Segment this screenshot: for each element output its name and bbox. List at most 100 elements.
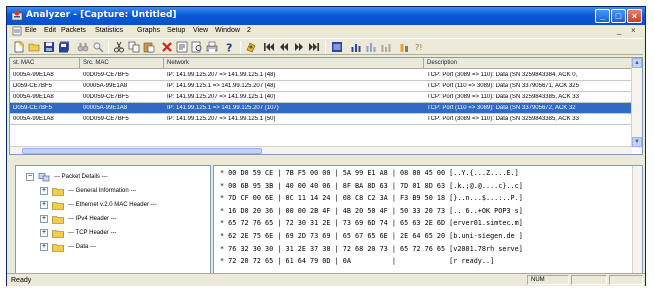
save-all-icon[interactable]: [58, 41, 70, 53]
menu-edit[interactable]: Edit: [44, 27, 56, 34]
status-panel-empty: [571, 275, 607, 285]
window-title: Analyzer - [Capture: Untitled]: [26, 10, 177, 20]
first-icon[interactable]: [263, 41, 275, 53]
print-icon[interactable]: [206, 41, 218, 53]
graph2-icon[interactable]: [380, 41, 392, 53]
binoculars-icon[interactable]: [77, 41, 89, 53]
close-button[interactable]: ×: [627, 9, 642, 23]
table-row[interactable]: D059-CE7BF5 00005A-99E1A8 IP: 141.99.125.1…: [10, 81, 632, 92]
hex-dump-line: * 7D CF 00 6E | 0C 11 14 24 | 08 C8 C2 3…: [220, 194, 523, 203]
folder-icon: [52, 243, 64, 252]
status-panel-empty: [609, 275, 643, 285]
stats2-icon[interactable]: ?!: [414, 41, 426, 53]
cut-icon[interactable]: [113, 41, 125, 53]
delete-icon[interactable]: [161, 41, 173, 53]
menu-bar: Eile Edit Packets Statistics Graphs Setu…: [7, 25, 645, 37]
cell-description: TCP: Port (3089 => 110): Data (SN 325984…: [427, 94, 579, 100]
mdi-minimize-button[interactable]: _: [617, 26, 621, 35]
svg-text:?!: ?!: [415, 43, 422, 52]
svg-text:?: ?: [226, 42, 232, 54]
scroll-down-icon[interactable]: ▼: [632, 137, 642, 147]
cell-dst-mac: D059-CE7BF5: [13, 83, 53, 89]
list-icon[interactable]: [331, 41, 343, 53]
expand-icon[interactable]: +: [40, 187, 48, 195]
cell-description: TCP: Port (110 => 3089): Data (SN 337905…: [427, 83, 579, 89]
new-icon[interactable]: [13, 41, 25, 53]
next-icon[interactable]: [293, 41, 305, 53]
menu-view[interactable]: View: [193, 27, 208, 34]
num-lock-indicator: NUM: [527, 275, 569, 285]
network-icon: [38, 173, 50, 182]
status-bar: Ready NUM: [7, 273, 645, 286]
folder-icon: [52, 215, 64, 224]
packet-list: st. MAC Src. MAC Network Description 000…: [9, 57, 643, 155]
print-preview-icon[interactable]: [191, 41, 203, 53]
folder-icon: [52, 201, 64, 210]
cell-description: TCP: Port (3089 => 110): Data (SN 325984…: [427, 72, 578, 78]
tree-node-label: --- Packet Details ---: [54, 174, 108, 180]
minimize-button[interactable]: _: [595, 9, 610, 23]
paste-icon[interactable]: [143, 41, 155, 53]
menu-statistics[interactable]: Statistics: [95, 27, 123, 34]
column-header-description[interactable]: Description: [424, 58, 632, 69]
horizontal-scroll-thumb[interactable]: [22, 148, 262, 154]
expand-icon[interactable]: +: [40, 229, 48, 237]
cell-src-mac: 00005A-99E1A8: [83, 83, 128, 89]
menu-window[interactable]: Window: [215, 27, 240, 34]
cell-network: IP: 141.99.125.1 => 141.99.125.207 (48): [167, 83, 276, 89]
cell-description: TCP: Port (110 => 3089): Data (SN 337905…: [427, 105, 576, 111]
chart-icon[interactable]: [350, 41, 362, 53]
filter-icon[interactable]: [176, 41, 188, 53]
cell-dst-mac: 0005A-99E1A8: [13, 94, 54, 100]
table-row[interactable]: 0005A-99E1A8 00D059-CE7BF5 IP: 141.99.125.…: [10, 92, 632, 103]
capture-icon[interactable]: [245, 41, 257, 53]
prev-icon[interactable]: [278, 41, 290, 53]
analyzer-window: Analyzer - [Capture: Untitled] _ □ × Eil…: [6, 6, 646, 286]
menu-packets[interactable]: Packets: [61, 27, 86, 34]
collapse-icon[interactable]: −: [26, 173, 34, 181]
help-icon[interactable]: ?: [223, 41, 235, 54]
document-icon[interactable]: [12, 26, 22, 36]
table-row[interactable]: 0005A-99E1A8 00D059-CE7BF5 IP: 141.99.125.…: [10, 70, 632, 81]
tree-node-label: --- General Information ---: [68, 188, 137, 194]
vertical-scrollbar[interactable]: ▲ ▼: [631, 58, 642, 148]
mdi-close-button[interactable]: ×: [631, 26, 636, 35]
save-icon[interactable]: [43, 41, 55, 53]
table-row[interactable]: D059-CE7BF5 00005A-99E1A8 IP: 141.99.125.1…: [10, 103, 632, 114]
menu-setup[interactable]: Setup: [167, 27, 185, 34]
cell-network: IP: 141.99.125.207 => 141.99.125.1 (48): [167, 72, 276, 78]
menu-file[interactable]: Eile: [25, 27, 37, 34]
expand-icon[interactable]: +: [40, 201, 48, 209]
packet-details-tree: − --- Packet Details --- + --- General Info…: [15, 165, 211, 275]
find-icon[interactable]: [92, 41, 104, 53]
graph-icon[interactable]: [365, 41, 377, 53]
expand-icon[interactable]: +: [40, 215, 48, 223]
cell-network: IP: 141.99.125.1 => 141.99.125.207 (107): [167, 105, 279, 111]
table-row[interactable]: 0005A-99E1A8 00D059-CE7BF5 IP: 141.99.125.…: [10, 114, 632, 125]
tree-node-label: --- Ethernet v.2.0 MAC Header ---: [68, 202, 157, 208]
cell-dst-mac: 0005A-99E1A8: [13, 72, 54, 78]
maximize-button[interactable]: □: [611, 9, 626, 23]
last-icon[interactable]: [308, 41, 320, 53]
menu-help[interactable]: 2: [247, 27, 251, 34]
cell-dst-mac: D059-CE7BF5: [13, 105, 53, 111]
tree-node-label: --- TCP Header ---: [68, 230, 117, 236]
open-icon[interactable]: [28, 41, 40, 53]
hex-vertical-scrollbar[interactable]: [632, 166, 642, 274]
menu-graphs[interactable]: Graphs: [137, 27, 160, 34]
folder-icon: [52, 229, 64, 238]
title-bar[interactable]: Analyzer - [Capture: Untitled] _ □ ×: [7, 7, 645, 25]
column-header-src-mac[interactable]: Src. MAC: [80, 58, 164, 69]
stats-icon[interactable]: [399, 41, 411, 53]
expand-icon[interactable]: +: [40, 243, 48, 251]
hex-dump-line: * 76 32 30 30 | 31 2E 37 38 | 72 68 20 7…: [220, 244, 523, 253]
hex-dump-line: * 65 72 76 65 | 72 30 31 2E | 73 69 6D 7…: [220, 219, 523, 228]
column-header-network[interactable]: Network: [164, 58, 424, 69]
copy-icon[interactable]: [128, 41, 140, 53]
column-header-dst-mac[interactable]: st. MAC: [10, 58, 80, 69]
scroll-up-icon[interactable]: ▲: [632, 58, 642, 68]
hex-dump-pane: * 00 D0 59 CE | 7B F5 00 00 | 5A 99 E1 A…: [213, 165, 643, 275]
hex-dump-line: * 00 D0 59 CE | 7B F5 00 00 | 5A 99 E1 A…: [220, 169, 519, 177]
toolbar-separator: [325, 41, 326, 54]
horizontal-scrollbar[interactable]: [10, 146, 632, 154]
